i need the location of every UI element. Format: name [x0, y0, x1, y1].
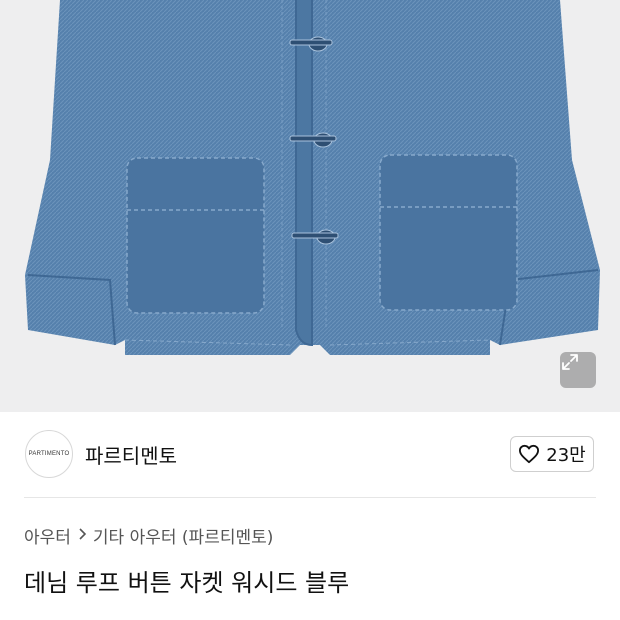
- like-button[interactable]: 23만: [510, 436, 594, 472]
- product-title: 데님 루프 버튼 자켓 워시드 블루: [24, 569, 350, 597]
- divider: [24, 497, 596, 498]
- brand-logo-text: PARTIMENTO: [28, 451, 70, 457]
- product-image[interactable]: [0, 0, 620, 412]
- chevron-right-icon: [77, 527, 87, 545]
- brand-name[interactable]: 파르티멘토: [85, 440, 177, 469]
- heart-icon: [519, 444, 540, 464]
- breadcrumb-item-outer[interactable]: 아우터: [24, 523, 71, 548]
- like-count: 23만: [546, 445, 586, 466]
- expand-icon: [562, 354, 578, 370]
- breadcrumb-item-other-outer[interactable]: 기타 아우터 (파르티멘토): [93, 523, 273, 548]
- brand-logo[interactable]: PARTIMENTO: [25, 430, 73, 478]
- brand-row: PARTIMENTO 파르티멘토 23만: [0, 412, 620, 498]
- denim-jacket-illustration: [25, 0, 600, 355]
- breadcrumb: 아우터 기타 아우터 (파르티멘토): [24, 523, 273, 548]
- expand-image-button[interactable]: [560, 352, 596, 388]
